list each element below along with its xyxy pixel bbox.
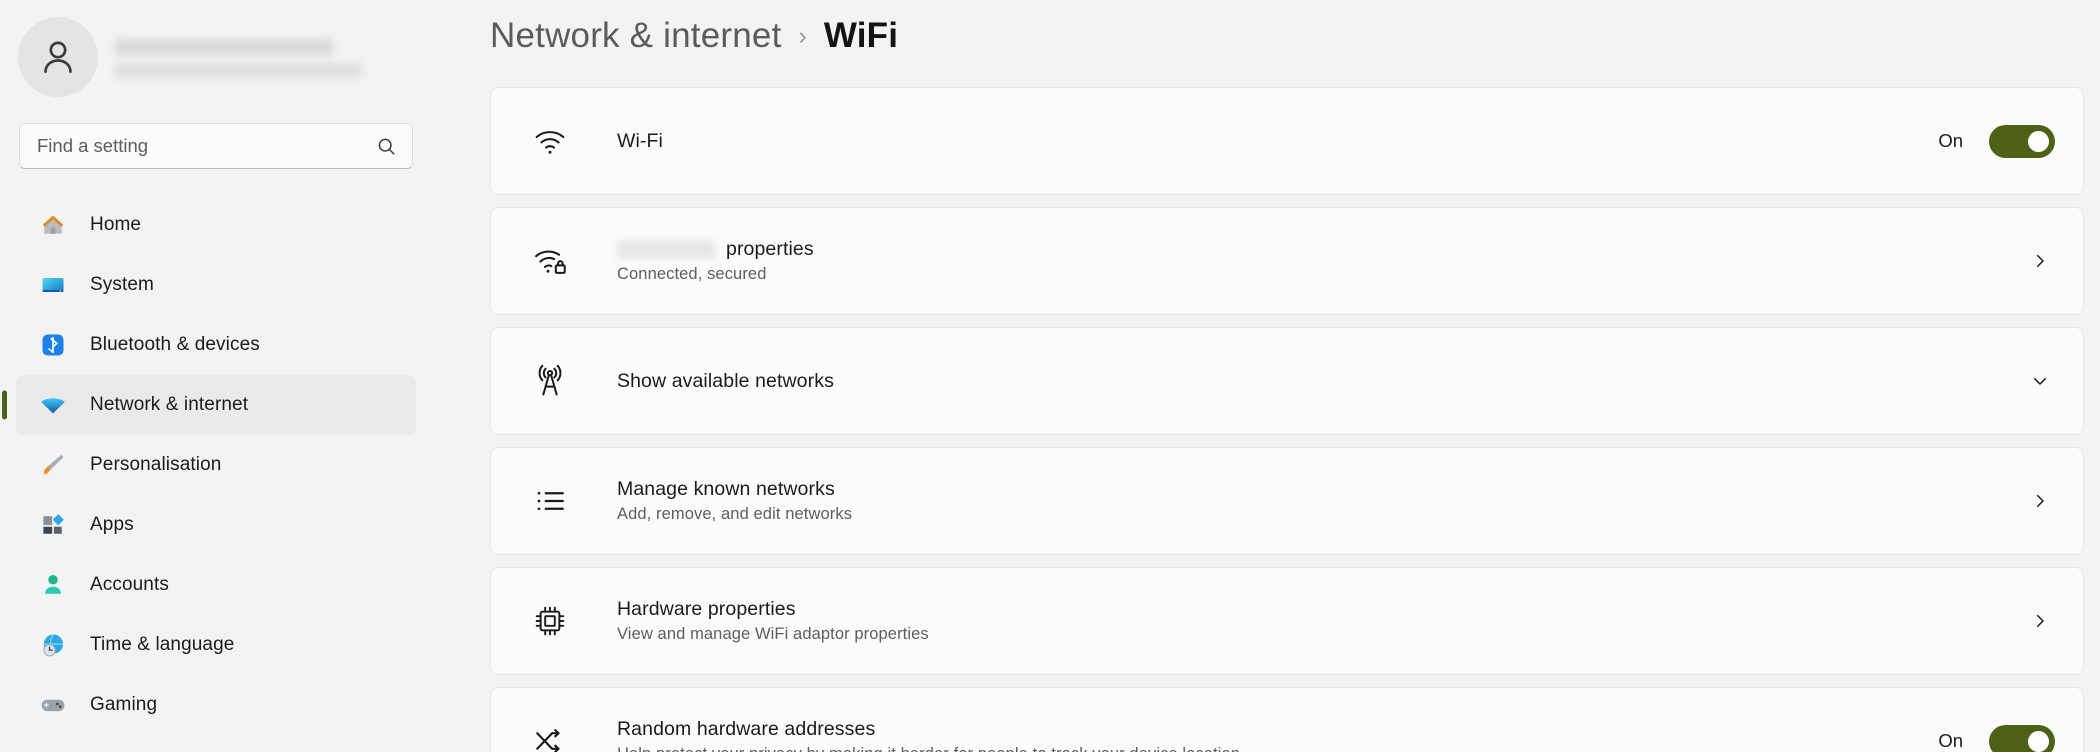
breadcrumb: Network & internet › WiFi <box>490 0 2100 70</box>
sidebar-item-personalisation[interactable]: Personalisation <box>16 435 416 495</box>
user-profile-text <box>115 37 361 78</box>
home-icon <box>38 210 68 240</box>
random-hardware-addresses-row[interactable]: Random hardware addresses Help protect y… <box>490 687 2084 752</box>
wifi-toggle-switch[interactable] <box>1989 124 2055 158</box>
chevron-right-icon[interactable] <box>2025 246 2055 276</box>
network-properties-body: properties Connected, secured <box>617 238 2005 284</box>
manage-known-networks-title: Manage known networks <box>617 478 835 500</box>
account-icon <box>38 570 68 600</box>
chevron-right-icon: › <box>798 22 807 50</box>
manage-known-networks-body: Manage known networks Add, remove, and e… <box>617 478 2005 524</box>
page-title: WiFi <box>823 16 899 55</box>
apps-icon <box>38 510 68 540</box>
sidebar-item-time-language[interactable]: Time & language <box>16 615 416 675</box>
show-available-networks-row[interactable]: Show available networks <box>490 327 2084 435</box>
sidebar-item-label: Bluetooth & devices <box>90 334 260 355</box>
wifi-toggle-control: On <box>1918 124 2055 158</box>
network-properties-control <box>2005 246 2055 276</box>
wifi-icon <box>529 124 571 158</box>
search-input[interactable] <box>37 124 376 168</box>
sidebar-nav: Home System Bluetooth & devices Network … <box>16 195 416 735</box>
sidebar-item-gaming[interactable]: Gaming <box>16 675 416 735</box>
chevron-right-icon[interactable] <box>2025 606 2055 636</box>
network-properties-subtitle: Connected, secured <box>617 265 767 283</box>
user-email-redacted <box>115 62 361 78</box>
hardware-properties-body: Hardware properties View and manage WiFi… <box>617 598 2005 644</box>
wifi-toggle-state-label: On <box>1938 130 1963 151</box>
sidebar-item-label: Accounts <box>90 574 169 595</box>
settings-window: Home System <box>0 0 2100 752</box>
sidebar-item-label: Apps <box>90 514 134 535</box>
hardware-properties-subtitle: View and manage WiFi adaptor properties <box>617 625 929 643</box>
sidebar-item-apps[interactable]: Apps <box>16 495 416 555</box>
shuffle-icon <box>529 724 571 752</box>
sidebar-item-system[interactable]: System <box>16 255 416 315</box>
sidebar-item-home[interactable]: Home <box>16 195 416 255</box>
manage-known-networks-control <box>2005 486 2055 516</box>
sidebar-item-label: Network & internet <box>90 394 249 415</box>
show-available-networks-body: Show available networks <box>617 370 2005 393</box>
random-hardware-addresses-title: Random hardware addresses <box>617 718 876 740</box>
show-available-networks-control <box>2005 366 2055 396</box>
ssid-redacted <box>617 240 715 259</box>
broadcast-tower-icon <box>529 364 571 398</box>
user-profile[interactable] <box>16 0 416 97</box>
wifi-icon <box>38 390 68 420</box>
chevron-right-icon[interactable] <box>2025 486 2055 516</box>
toggle-knob <box>2028 730 2049 752</box>
list-icon <box>529 484 571 518</box>
bluetooth-icon <box>38 330 68 360</box>
sidebar: Home System <box>0 0 434 752</box>
random-hardware-addresses-body: Random hardware addresses Help protect y… <box>617 718 1918 752</box>
hardware-properties-control <box>2005 606 2055 636</box>
manage-known-networks-row[interactable]: Manage known networks Add, remove, and e… <box>490 447 2084 555</box>
random-hardware-addresses-toggle[interactable] <box>1989 724 2055 752</box>
brush-icon <box>38 450 68 480</box>
sidebar-item-label: Time & language <box>90 634 235 655</box>
clock-globe-icon <box>38 630 68 660</box>
network-properties-row[interactable]: properties Connected, secured <box>490 207 2084 315</box>
manage-known-networks-subtitle: Add, remove, and edit networks <box>617 505 853 523</box>
chevron-down-icon[interactable] <box>2025 366 2055 396</box>
system-icon <box>38 270 68 300</box>
random-hardware-addresses-subtitle: Help protect your privacy by making it h… <box>617 745 1918 752</box>
wifi-toggle-row[interactable]: Wi-Fi On <box>490 87 2084 195</box>
main-content: Network & internet › WiFi Wi-Fi On prope… <box>434 0 2100 752</box>
show-available-networks-title: Show available networks <box>617 369 834 392</box>
user-name-redacted <box>115 38 333 56</box>
hardware-properties-row[interactable]: Hardware properties View and manage WiFi… <box>490 567 2084 675</box>
wifi-lock-icon <box>529 244 571 278</box>
sidebar-item-accounts[interactable]: Accounts <box>16 555 416 615</box>
avatar <box>18 17 98 97</box>
random-hardware-addresses-control: On <box>1918 724 2055 752</box>
sidebar-item-label: System <box>90 274 154 295</box>
search-icon[interactable] <box>376 136 397 157</box>
toggle-knob <box>2028 130 2049 152</box>
settings-list: Wi-Fi On properties Connected, secured S… <box>490 87 2100 752</box>
wifi-toggle-title: Wi-Fi <box>617 129 663 152</box>
network-properties-title: properties <box>617 238 2005 261</box>
chip-icon <box>529 604 571 638</box>
breadcrumb-parent-link[interactable]: Network & internet <box>490 16 782 56</box>
sidebar-item-label: Home <box>90 214 142 235</box>
sidebar-item-network-internet[interactable]: Network & internet <box>16 375 416 435</box>
wifi-toggle-body: Wi-Fi <box>617 130 1918 153</box>
search-box[interactable] <box>19 123 413 169</box>
sidebar-item-label: Personalisation <box>90 454 222 475</box>
hardware-properties-title: Hardware properties <box>617 598 796 620</box>
network-properties-title-text: properties <box>726 238 814 260</box>
random-hardware-addresses-state-label: On <box>1938 730 1963 751</box>
sidebar-item-bluetooth[interactable]: Bluetooth & devices <box>16 315 416 375</box>
gamepad-icon <box>38 690 68 720</box>
sidebar-item-label: Gaming <box>90 694 158 715</box>
